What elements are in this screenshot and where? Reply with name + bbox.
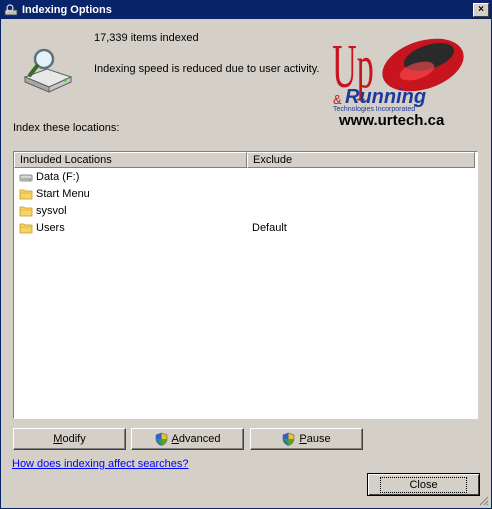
svg-text:Running: Running [345, 86, 426, 108]
location-name: sysvol [36, 204, 67, 217]
window-title: Indexing Options [22, 4, 112, 16]
location-exclude: Default [252, 221, 287, 234]
indexing-options-window: Indexing Options × 17,339 items indexed … [0, 0, 492, 509]
included-locations-list[interactable]: Included Locations Exclude Data (F:) Sta… [13, 151, 478, 419]
advanced-accelerator: A [171, 433, 179, 445]
pause-accelerator: P [299, 433, 307, 445]
resize-grip-icon[interactable] [477, 494, 489, 506]
folder-icon [19, 223, 33, 233]
column-header-included[interactable]: Included Locations [14, 152, 247, 168]
indexing-status-icon [23, 48, 73, 93]
location-row-sysvol[interactable]: sysvol [14, 202, 477, 219]
uac-shield-icon [283, 432, 295, 446]
close-button[interactable]: Close [367, 473, 480, 496]
close-icon: × [478, 4, 484, 15]
folder-icon [19, 206, 33, 216]
modify-button[interactable]: Modify [13, 428, 126, 450]
folder-icon [19, 189, 33, 199]
logo-url-text: www.urtech.ca [339, 112, 445, 129]
close-window-button[interactable]: × [473, 3, 489, 17]
indexing-app-icon [4, 3, 18, 17]
location-row-data[interactable]: Data (F:) [14, 168, 477, 185]
title-bar: Indexing Options × [1, 1, 491, 19]
items-indexed-text: 17,339 items indexed [94, 32, 199, 44]
pause-button[interactable]: Pause [250, 428, 363, 450]
modify-accelerator: M [53, 433, 63, 445]
advanced-button[interactable]: Advanced [131, 428, 244, 450]
svg-text:&: & [333, 92, 342, 107]
location-row-start-menu[interactable]: Start Menu [14, 185, 477, 202]
close-button-label: Close [380, 476, 467, 493]
location-row-users[interactable]: Users Default [14, 219, 477, 236]
list-header: Included Locations Exclude [14, 152, 477, 168]
index-locations-label: Index these locations: [13, 122, 120, 134]
location-name: Data (F:) [36, 170, 80, 183]
drive-icon [19, 174, 33, 181]
column-header-exclude[interactable]: Exclude [247, 152, 475, 168]
indexing-help-link[interactable]: How does indexing affect searches? [12, 458, 189, 470]
location-name: Start Menu [36, 187, 90, 200]
uac-shield-icon [155, 432, 167, 446]
location-name: Users [36, 221, 65, 234]
indexing-speed-text: Indexing speed is reduced due to user ac… [94, 63, 320, 75]
